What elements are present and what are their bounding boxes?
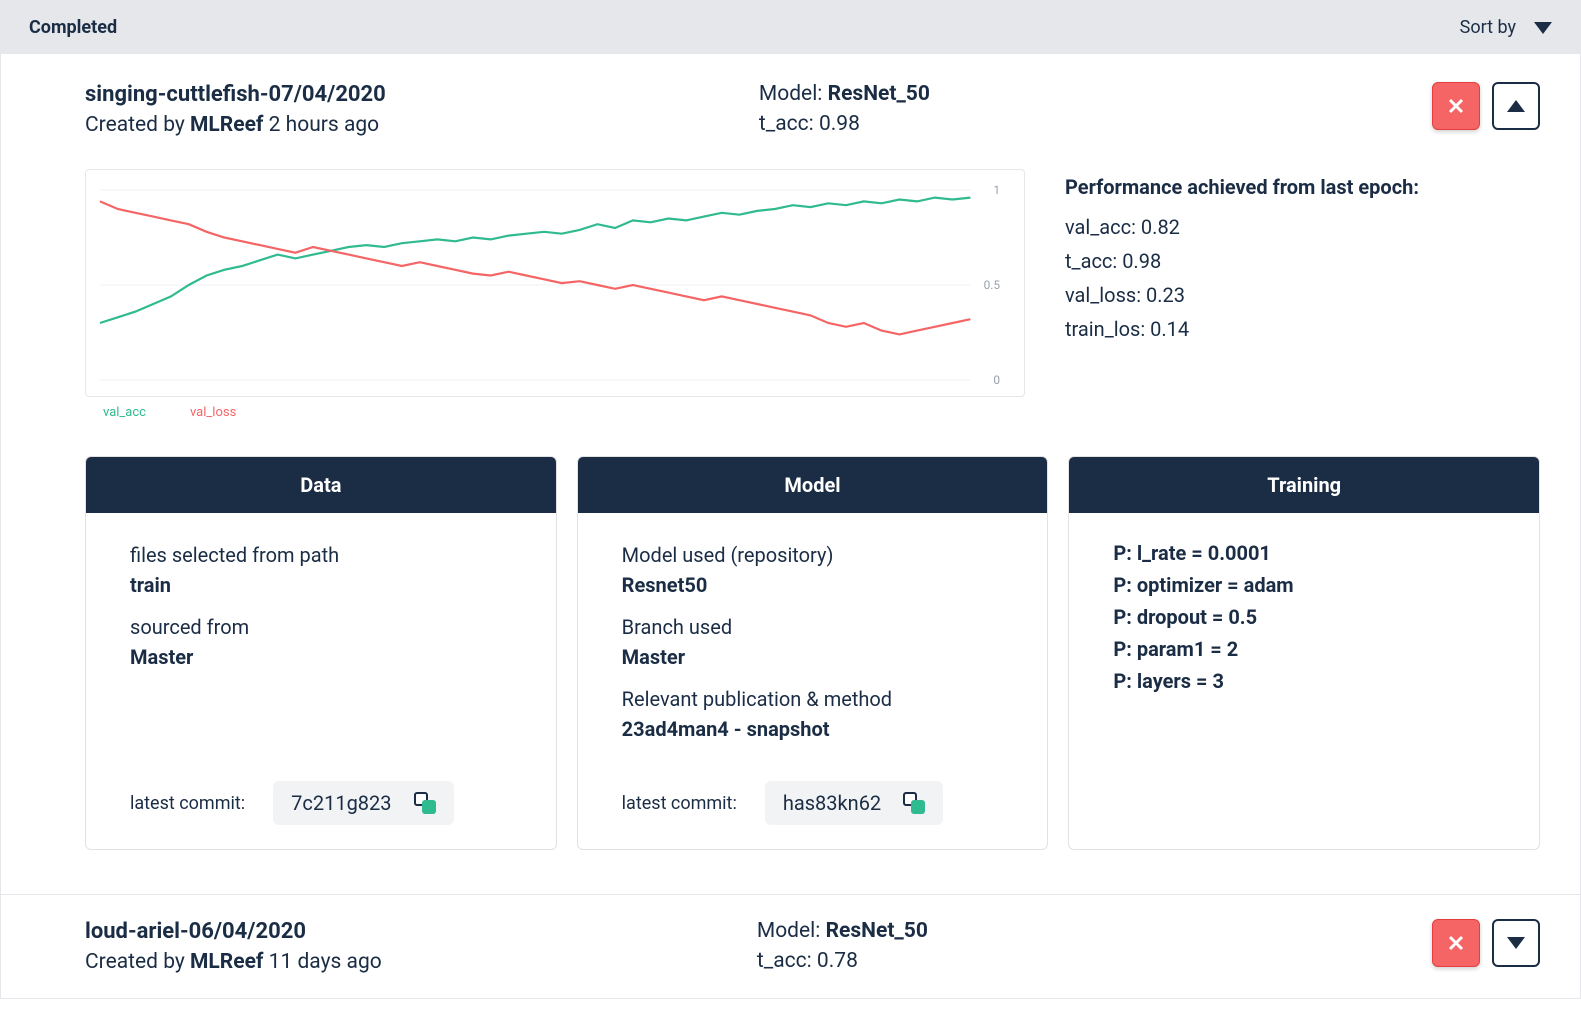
commit-label: latest commit: [130,793,245,814]
model-column-header: Model [578,457,1048,513]
data-column-header: Data [86,457,556,513]
commit-pill: 7c211g823 [273,781,453,825]
created-suffix: 2 hours ago [263,113,379,137]
training-param: P: param1 = 2 [1113,633,1511,665]
training-param: P: layers = 3 [1113,665,1511,697]
created-prefix: Created by [85,950,190,974]
run-card: singing-cuttlefish-07/04/2020 Created by… [1,54,1580,895]
sort-by-control[interactable]: Sort by [1460,17,1552,38]
branch-label: Branch used [622,615,1020,639]
publication-value: 23ad4man4 - snapshot [622,717,1020,741]
performance-title: Performance achieved from last epoch: [1065,175,1540,199]
chevron-down-icon [1534,22,1552,34]
copy-icon[interactable] [414,792,436,814]
model-used-label: Model used (repository) [622,543,1020,567]
model-value: ResNet_50 [828,82,930,106]
commit-hash: 7c211g823 [291,791,391,815]
svg-text:0.5: 0.5 [984,278,1001,292]
commit-pill: has83kn62 [765,781,943,825]
branch-value: Master [622,645,1020,669]
model-column: Model Model used (repository) Resnet50 B… [577,456,1049,850]
delete-button[interactable] [1432,82,1480,130]
collapse-button[interactable] [1492,82,1540,130]
performance-item: val_loss: 0.23 [1065,283,1540,307]
run-card: loud-ariel-06/04/2020 Created by MLReef … [1,895,1580,998]
close-icon [1446,933,1466,953]
chevron-up-icon [1507,100,1525,112]
sourced-label: sourced from [130,615,528,639]
training-param: P: l_rate = 0.0001 [1113,537,1511,569]
headline-metric: t_acc: 0.78 [757,949,1057,973]
model-value: ResNet_50 [826,919,928,943]
run-name: loud-ariel-06/04/2020 [85,919,382,944]
sourced-value: Master [130,645,528,669]
training-column: Training P: l_rate = 0.0001P: optimizer … [1068,456,1540,850]
owner: MLReef [190,113,263,137]
section-title: Completed [29,17,117,38]
model-line: Model: ResNet_50 [759,82,1059,106]
commit-label: latest commit: [622,793,737,814]
expand-button[interactable] [1492,919,1540,967]
files-value: train [130,573,528,597]
commit-hash: has83kn62 [783,791,881,815]
data-column: Data files selected from path train sour… [85,456,557,850]
model-line: Model: ResNet_50 [757,919,1057,943]
performance-block: Performance achieved from last epoch: va… [1065,169,1540,420]
publication-label: Relevant publication & method [622,687,1020,711]
training-chart: 0 0.5 1 val_acc val_loss [85,169,1025,420]
performance-item: val_acc: 0.82 [1065,215,1540,239]
training-column-header: Training [1069,457,1539,513]
delete-button[interactable] [1432,919,1480,967]
run-name: singing-cuttlefish-07/04/2020 [85,82,386,107]
created-by: Created by MLReef 11 days ago [85,950,382,974]
legend-val-acc: val_acc [103,405,146,420]
sort-label: Sort by [1460,17,1516,38]
svg-text:1: 1 [993,183,1000,197]
owner: MLReef [190,950,263,974]
section-header: Completed Sort by [1,1,1580,54]
created-prefix: Created by [85,113,190,137]
legend-val-loss: val_loss [190,405,236,420]
created-suffix: 11 days ago [263,950,381,974]
chevron-down-icon [1507,937,1525,949]
close-icon [1446,96,1466,116]
training-param: P: dropout = 0.5 [1113,601,1511,633]
training-param: P: optimizer = adam [1113,569,1511,601]
performance-item: train_los: 0.14 [1065,317,1540,341]
model-label: Model: [759,82,828,106]
svg-text:0: 0 [993,373,1000,387]
model-used-value: Resnet50 [622,573,1020,597]
headline-metric: t_acc: 0.98 [759,112,1059,136]
created-by: Created by MLReef 2 hours ago [85,113,386,137]
files-label: files selected from path [130,543,528,567]
copy-icon[interactable] [903,792,925,814]
model-label: Model: [757,919,826,943]
performance-item: t_acc: 0.98 [1065,249,1540,273]
